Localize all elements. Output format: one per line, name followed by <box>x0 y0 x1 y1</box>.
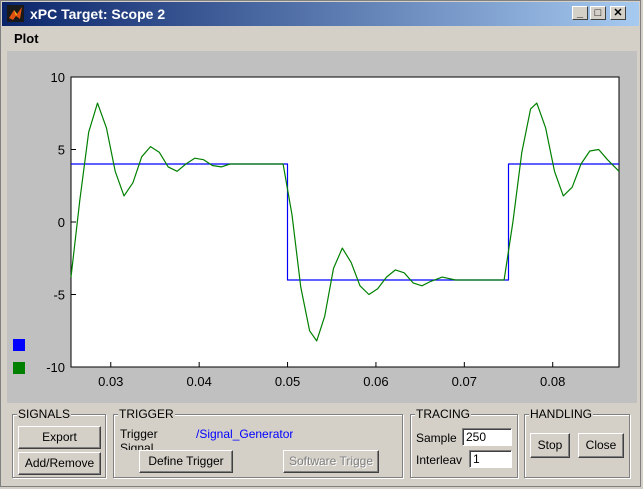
y-tick-label: 0 <box>58 215 65 230</box>
trigger-panel: TRIGGER Trigger /Signal_Generator Signal… <box>113 407 403 478</box>
define-trigger-button[interactable]: Define Trigger <box>139 450 233 473</box>
legend-marker-blue <box>13 339 25 351</box>
x-tick-label: 0.03 <box>98 374 123 389</box>
trigger-label: Trigger <box>120 427 158 441</box>
y-tick-label: -10 <box>46 360 65 375</box>
signals-panel-title: SIGNALS <box>17 407 72 421</box>
scope-window: xPC Target: Scope 2 _ □ ✕ Plot 10 5 0 -5 -10… <box>0 0 641 487</box>
export-button[interactable]: Export <box>18 426 101 449</box>
maximize-button[interactable]: □ <box>590 6 606 20</box>
samples-input[interactable]: 250 <box>462 428 512 446</box>
legend-marker-green <box>13 362 25 374</box>
trigger-value: /Signal_Generator <box>196 427 294 441</box>
interleave-label: Interleav <box>416 453 462 467</box>
x-tick-label: 0.04 <box>187 374 212 389</box>
tracing-panel-title: TRACING <box>415 407 471 421</box>
handling-panel: HANDLING Stop Close <box>524 407 630 478</box>
matlab-logo-icon <box>7 5 24 22</box>
y-tick-label: -5 <box>53 288 65 303</box>
menu-bar: Plot <box>2 27 639 49</box>
y-tick-label: 10 <box>51 70 65 85</box>
handling-panel-title: HANDLING <box>529 407 594 421</box>
close-button[interactable]: Close <box>578 433 624 458</box>
menu-plot[interactable]: Plot <box>14 31 39 46</box>
close-window-button[interactable]: ✕ <box>610 6 626 20</box>
y-tick-label: 5 <box>58 143 65 158</box>
window-title: xPC Target: Scope 2 <box>30 6 166 22</box>
title-bar[interactable]: xPC Target: Scope 2 _ □ ✕ <box>2 2 639 26</box>
x-tick-label: 0.06 <box>363 374 388 389</box>
x-tick-label: 0.07 <box>452 374 477 389</box>
stop-button[interactable]: Stop <box>530 433 570 458</box>
scope-plot-area: 10 5 0 -5 -10 0.03 0.04 0.05 0.06 0.07 0.08 <box>7 51 637 403</box>
scope-chart[interactable]: 10 5 0 -5 -10 0.03 0.04 0.05 0.06 0.07 0.08 <box>7 51 637 403</box>
samples-label: Sample <box>416 431 457 445</box>
signal-label: Signal <box>120 441 154 450</box>
software-trigger-button[interactable]: Software Trigge <box>283 450 379 473</box>
x-tick-label: 0.08 <box>540 374 565 389</box>
trigger-panel-title: TRIGGER <box>118 407 175 421</box>
signals-panel: SIGNALS Export Add/Remove <box>12 407 106 478</box>
minimize-button[interactable]: _ <box>572 6 588 20</box>
interleave-input[interactable]: 1 <box>469 450 512 468</box>
plot-background <box>70 76 620 368</box>
x-tick-label: 0.05 <box>275 374 300 389</box>
add-remove-button[interactable]: Add/Remove <box>18 452 101 475</box>
tracing-panel: TRACING Sample 250 Interleav 1 <box>410 407 518 478</box>
